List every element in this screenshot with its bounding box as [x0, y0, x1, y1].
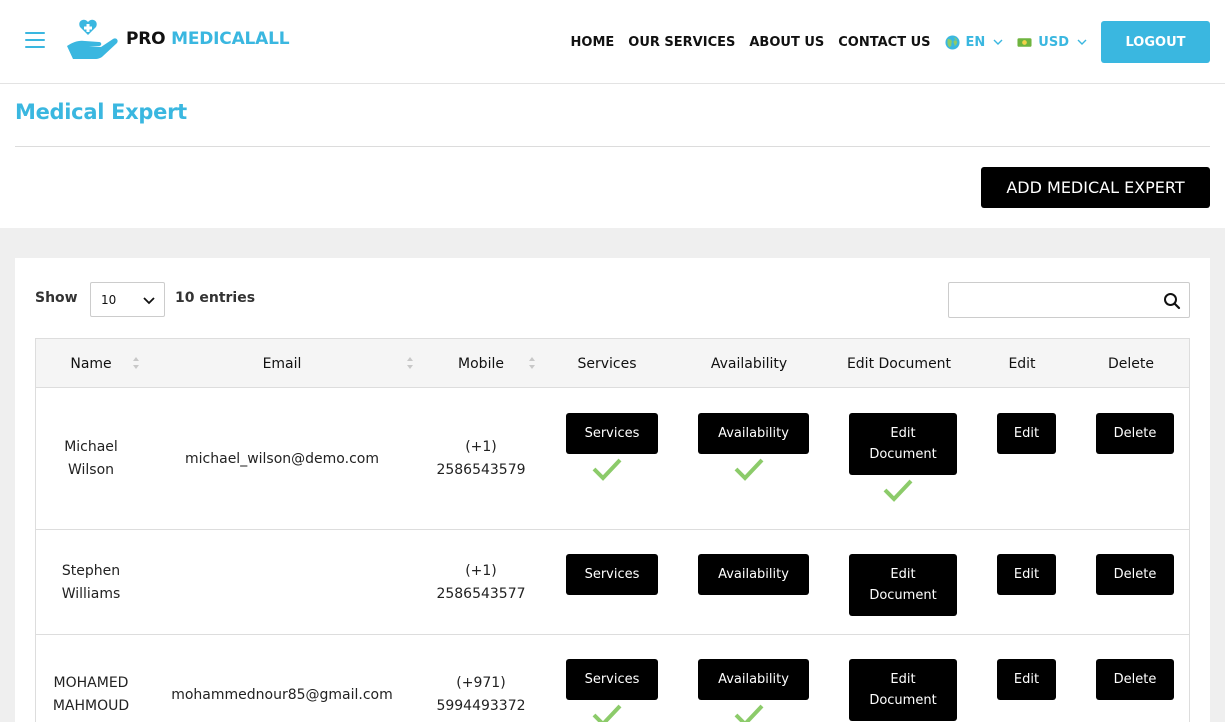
edit-document-button[interactable]: Edit Document — [849, 554, 957, 616]
name-cell: Michael Wilson — [36, 388, 146, 530]
page-title: Medical Expert — [15, 100, 187, 124]
mobile-cell: (+971) 5994493372 — [421, 635, 541, 722]
name-last: Wilson — [67, 462, 115, 478]
name-first: Stephen — [61, 562, 121, 579]
edit-button[interactable]: Edit — [997, 659, 1056, 700]
mobile-code: (+1) — [465, 562, 497, 579]
checkmark-icon — [592, 704, 622, 722]
globe-icon — [944, 34, 960, 50]
services-button[interactable]: Services — [566, 413, 658, 454]
table-row: Michael Wilson michael_wilson@demo.com (+… — [36, 388, 1189, 530]
column-header-availability: Availability — [710, 355, 788, 372]
availability-button[interactable]: Availability — [698, 413, 809, 454]
language-dropdown[interactable]: EN — [944, 34, 1004, 50]
delete-button[interactable]: Delete — [1096, 554, 1174, 595]
column-header-mobile[interactable]: Mobile — [421, 339, 541, 388]
mobile-cell: (+1) 2586543577 — [421, 530, 541, 635]
delete-button[interactable]: Delete — [1096, 659, 1174, 700]
entries-select-value: 10 — [101, 292, 117, 307]
mobile-number: 5994493372 — [436, 698, 526, 714]
nav-about-us[interactable]: ABOUT US — [749, 35, 824, 50]
mobile-code: (+1) — [465, 439, 497, 455]
edit-document-button[interactable]: Edit Document — [849, 413, 957, 475]
mobile-number: 2586543577 — [436, 585, 526, 602]
show-label: Show — [35, 290, 78, 306]
search-icon[interactable] — [1163, 292, 1181, 310]
edit-document-label-line2: Document — [869, 447, 937, 462]
nav-home[interactable]: HOME — [571, 35, 615, 50]
availability-button[interactable]: Availability — [698, 659, 809, 700]
services-button[interactable]: Services — [566, 659, 658, 700]
entries-per-page-select[interactable]: 10 — [90, 282, 165, 317]
name-cell: MOHAMED MAHMOUD — [36, 635, 146, 722]
currency-value: USD — [1038, 34, 1069, 50]
checkmark-icon — [734, 458, 764, 481]
column-header-services: Services — [577, 355, 637, 372]
delete-button[interactable]: Delete — [1096, 413, 1174, 454]
table-row: Stephen Williams (+1) 2586543577 Services … — [36, 530, 1189, 635]
table-search-box — [948, 282, 1190, 318]
edit-button[interactable]: Edit — [997, 413, 1056, 454]
email-cell: michael_wilson@demo.com — [185, 450, 379, 467]
chevron-down-icon — [143, 297, 155, 305]
medical-expert-table: Name Email Mobile Services Availability … — [35, 338, 1190, 722]
email-cell — [156, 530, 408, 635]
email-cell: mohammednour85@gmail.com — [171, 686, 393, 703]
mobile-cell: (+1) 2586543579 — [421, 388, 541, 530]
name-last: MAHMOUD — [52, 698, 130, 714]
edit-document-label-line1: Edit — [890, 567, 916, 582]
column-header-edit-document: Edit Document — [846, 355, 952, 372]
name-last: Williams — [61, 585, 121, 602]
sort-icon[interactable] — [406, 356, 414, 370]
column-header-delete: Delete — [1108, 355, 1154, 372]
banknote-icon — [1017, 37, 1032, 47]
edit-button[interactable]: Edit — [997, 554, 1056, 595]
top-navigation-bar: PRO MEDICALALL HOME OUR SERVICES ABOUT U… — [0, 0, 1225, 84]
sort-icon[interactable] — [132, 356, 140, 370]
checkmark-icon — [592, 458, 622, 481]
nav-our-services[interactable]: OUR SERVICES — [628, 35, 735, 50]
hamburger-menu-icon[interactable] — [25, 32, 45, 50]
edit-document-label-line2: Document — [869, 588, 937, 603]
hand-heart-logo-icon — [67, 19, 118, 59]
name-cell: Stephen Williams — [36, 530, 146, 635]
language-value: EN — [965, 34, 986, 50]
title-divider — [15, 146, 1210, 147]
add-medical-expert-button[interactable]: ADD MEDICAL EXPERT — [981, 167, 1210, 208]
logout-button[interactable]: LOGOUT — [1101, 21, 1210, 63]
table-search-input[interactable] — [949, 283, 1149, 317]
edit-document-label-line1: Edit — [890, 426, 916, 441]
name-first: MOHAMED — [53, 675, 129, 691]
services-button[interactable]: Services — [566, 554, 658, 595]
column-header-email[interactable]: Email — [156, 339, 408, 388]
table-header-row: Name Email Mobile Services Availability … — [36, 338, 1189, 388]
checkmark-icon — [734, 704, 764, 722]
edit-document-label-line2: Document — [869, 693, 937, 708]
main-nav: HOME OUR SERVICES ABOUT US CONTACT US EN… — [571, 21, 1210, 63]
logo-text-medical: MEDICALALL — [171, 29, 290, 49]
chevron-down-icon — [1077, 39, 1087, 45]
edit-document-label-line1: Edit — [890, 672, 916, 687]
column-header-name[interactable]: Name — [36, 339, 146, 388]
logo[interactable]: PRO MEDICALALL — [64, 18, 290, 60]
logo-text-pro: PRO — [126, 29, 166, 49]
column-header-edit: Edit — [1008, 355, 1036, 372]
checkmark-icon — [883, 479, 913, 502]
edit-document-button[interactable]: Edit Document — [849, 659, 957, 721]
entries-label: 10 entries — [175, 290, 256, 306]
availability-button[interactable]: Availability — [698, 554, 809, 595]
sort-icon[interactable] — [528, 356, 536, 370]
name-first: Michael — [64, 439, 118, 455]
nav-contact-us[interactable]: CONTACT US — [838, 35, 930, 50]
currency-dropdown[interactable]: USD — [1017, 35, 1087, 50]
mobile-code: (+971) — [456, 675, 506, 691]
mobile-number: 2586543579 — [436, 462, 526, 478]
chevron-down-icon — [993, 39, 1003, 45]
table-row: MOHAMED MAHMOUD mohammednour85@gmail.com … — [36, 635, 1189, 722]
